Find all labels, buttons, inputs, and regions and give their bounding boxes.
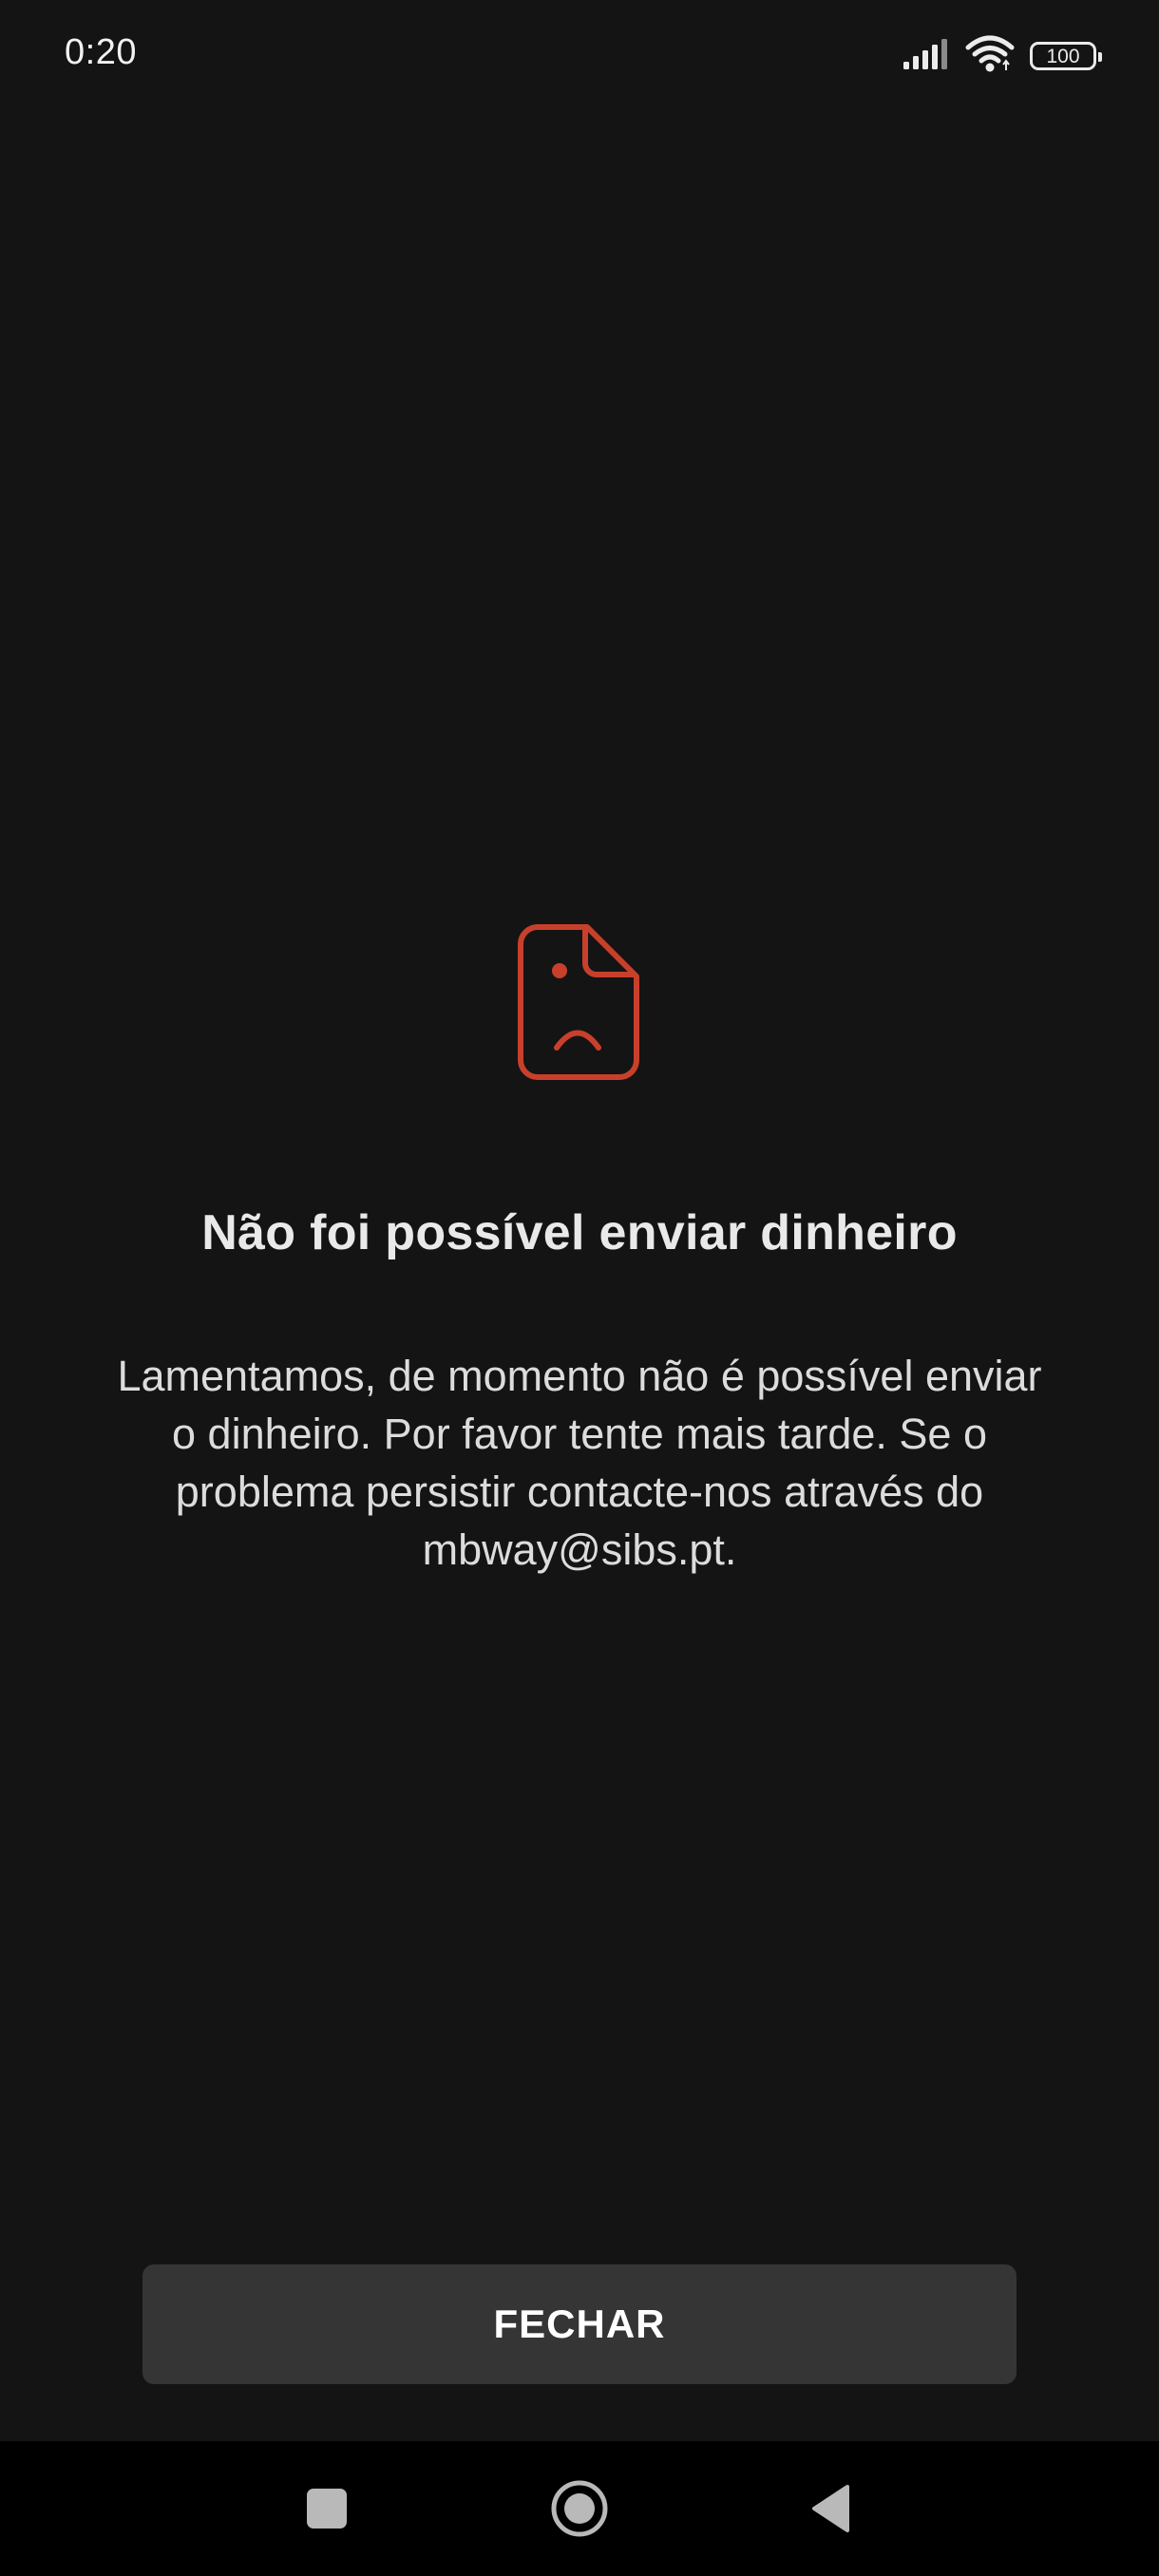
sad-document-icon (517, 923, 640, 1081)
navigation-bar (0, 2441, 1159, 2576)
back-triangle-icon[interactable] (773, 2441, 887, 2576)
status-bar: 0:20 100 (0, 0, 1159, 114)
signal-icon (902, 37, 950, 76)
status-icons: 100 (902, 34, 1102, 79)
error-message: Lamentamos, de momento não é possível en… (117, 1352, 1042, 1574)
close-button[interactable]: FECHAR (142, 2264, 1016, 2384)
battery-level: 100 (1046, 45, 1080, 67)
home-circle-icon[interactable] (522, 2441, 636, 2576)
battery-icon: 100 (1030, 42, 1102, 70)
recents-square-icon[interactable] (270, 2441, 384, 2576)
error-title: Não foi possível enviar dinheiro (201, 1205, 958, 1260)
wifi-icon (965, 34, 1015, 79)
status-time: 0:20 (65, 32, 137, 72)
